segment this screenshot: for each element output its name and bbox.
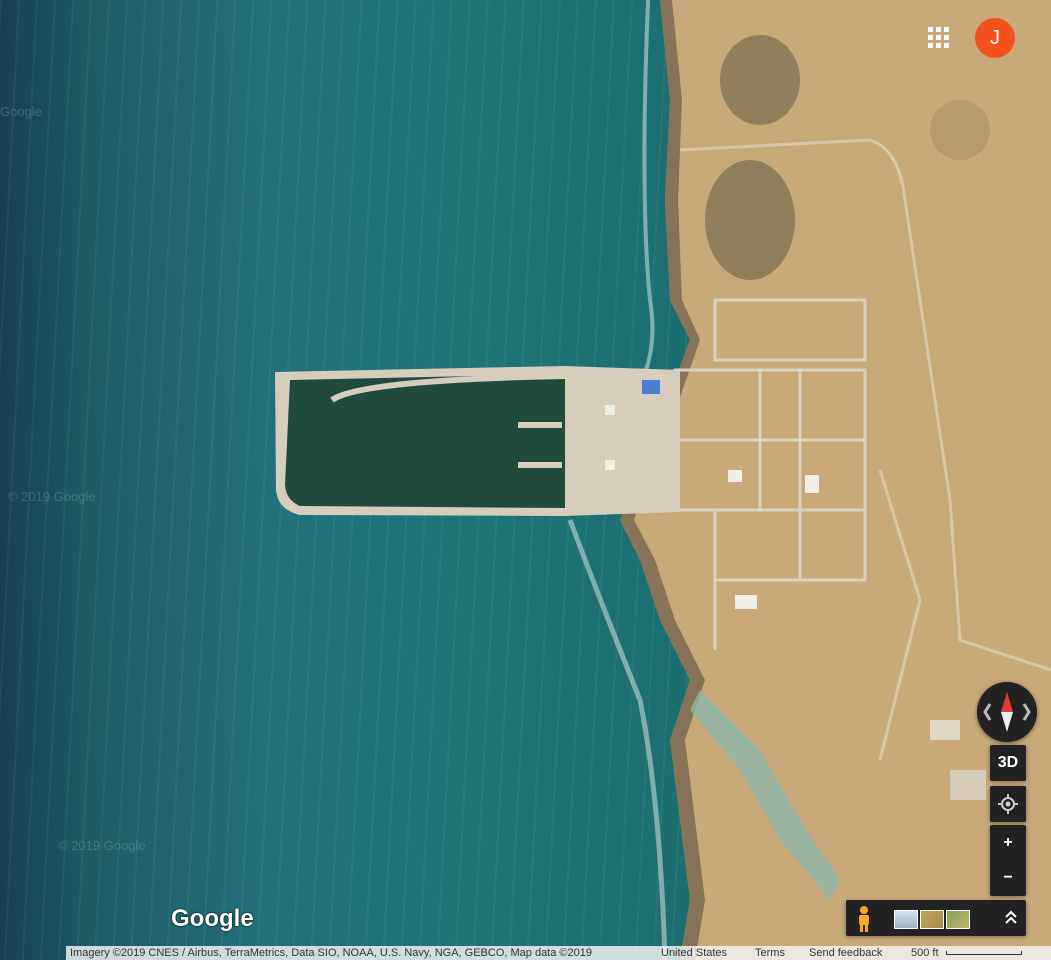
attribution-bar: Imagery ©2019 CNES / Airbus, TerraMetric… <box>66 946 1051 960</box>
country-link[interactable]: United States <box>661 946 727 960</box>
my-location-button[interactable] <box>990 786 1026 822</box>
scale-bar <box>946 951 1022 955</box>
terms-link[interactable]: Terms <box>755 946 785 960</box>
satellite-map[interactable]: Google © 2019 Google © 2019 Google <box>0 0 1051 960</box>
send-feedback-link[interactable]: Send feedback <box>809 946 882 960</box>
map-watermark: © 2019 Google <box>8 489 96 504</box>
zoom-in-button[interactable]: + <box>990 825 1026 861</box>
grid-dot <box>935 26 941 32</box>
chevron-up-double-icon <box>1005 910 1017 924</box>
scale-label[interactable]: 500 ft <box>911 946 939 960</box>
layer-thumbnail[interactable] <box>946 910 970 929</box>
layer-thumbnail[interactable] <box>920 910 944 929</box>
grid-dot <box>935 42 941 48</box>
compass-button[interactable] <box>977 682 1037 742</box>
google-logo: Google <box>171 905 254 932</box>
grid-dot <box>927 42 933 48</box>
grid-dot <box>927 34 933 40</box>
street-view-layers-bar <box>846 900 1026 936</box>
tilt-3d-button[interactable]: 3D <box>990 745 1026 781</box>
map-watermark: © 2019 Google <box>58 838 146 853</box>
grid-dot <box>943 34 949 40</box>
pegman-icon <box>859 906 869 932</box>
account-avatar[interactable]: J <box>975 18 1015 58</box>
zoom-out-button[interactable]: − <box>990 860 1026 896</box>
layer-thumbnail[interactable] <box>894 910 918 929</box>
grid-dot <box>943 26 949 32</box>
compass-icon <box>983 688 1031 736</box>
grid-dot <box>943 42 949 48</box>
my-location-icon <box>998 794 1018 814</box>
expand-button[interactable] <box>996 900 1026 936</box>
land-terrain <box>275 0 1051 960</box>
imagery-credit: Imagery ©2019 CNES / Airbus, TerraMetric… <box>70 947 592 959</box>
map-watermark: Google <box>0 104 42 119</box>
grid-apps-icon <box>927 26 933 32</box>
pegman-button[interactable] <box>846 900 882 936</box>
grid-dot <box>935 34 941 40</box>
apps-button[interactable] <box>924 23 952 51</box>
